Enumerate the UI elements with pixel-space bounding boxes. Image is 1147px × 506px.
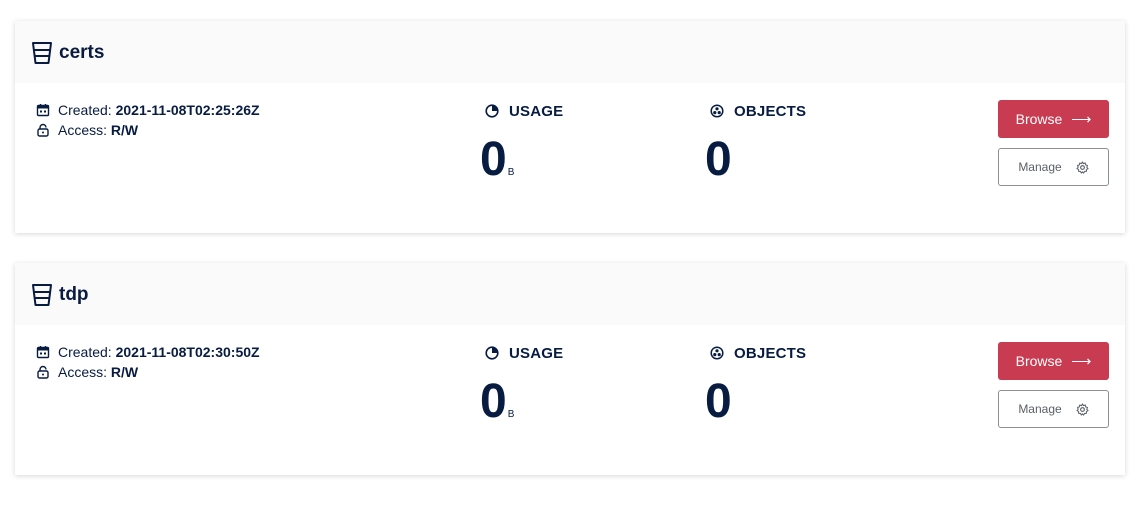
manage-button[interactable]: Manage (998, 390, 1109, 428)
bucket-icon (32, 284, 52, 306)
usage-number: 0 (480, 133, 507, 186)
access-label: Access: (58, 122, 108, 138)
browse-button[interactable]: Browse ⟶ (998, 100, 1109, 138)
created-value: 2021-11-08T02:30:50Z (115, 344, 260, 360)
bucket-card-header: certs (15, 21, 1125, 83)
bucket-card: tdp Created: 2021-11-08T02:30:50Z Access… (15, 263, 1125, 475)
created-value: 2021-11-08T02:25:26Z (115, 102, 260, 118)
browse-button-label: Browse (1015, 111, 1063, 127)
usage-unit: B (507, 167, 515, 178)
created-label: Created: (58, 102, 112, 118)
lock-icon (37, 123, 49, 137)
access-value: R/W (110, 122, 139, 138)
bucket-card-header: tdp (15, 263, 1125, 325)
manage-button-label: Manage (1018, 160, 1062, 174)
bucket-card: certs Created: 2021-11-08T02:25:26Z Acce… (15, 21, 1125, 233)
bucket-name[interactable]: certs (59, 41, 104, 65)
access-row: Access: R/W (36, 363, 138, 381)
usage-value: 0B (480, 374, 514, 443)
access-row: Access: R/W (36, 121, 138, 139)
objects-label-text: OBJECTS (734, 102, 807, 120)
objects-icon (710, 104, 724, 118)
lock-icon (37, 365, 49, 379)
gear-icon (1076, 160, 1089, 174)
usage-label: USAGE (485, 101, 563, 121)
manage-button[interactable]: Manage (998, 148, 1109, 186)
calendar-icon (36, 346, 50, 359)
arrow-right-icon: ⟶ (1071, 110, 1092, 127)
objects-label-text: OBJECTS (734, 344, 807, 362)
usage-label-text: USAGE (509, 344, 564, 362)
objects-label: OBJECTS (710, 101, 806, 121)
objects-label: OBJECTS (710, 343, 806, 363)
access-value: R/W (110, 364, 139, 380)
usage-number: 0 (480, 375, 507, 428)
access-label: Access: (58, 364, 108, 380)
calendar-icon (36, 104, 50, 117)
pie-chart-icon (485, 346, 499, 360)
pie-chart-icon (485, 104, 499, 118)
bucket-icon (32, 42, 52, 64)
created-row: Created: 2021-11-08T02:30:50Z (36, 343, 260, 361)
browse-button-label: Browse (1015, 353, 1063, 369)
usage-label-text: USAGE (509, 102, 564, 120)
manage-button-label: Manage (1018, 402, 1062, 416)
objects-value: 0 (705, 375, 732, 428)
bucket-name[interactable]: tdp (59, 283, 89, 307)
gear-icon (1076, 402, 1089, 416)
browse-button[interactable]: Browse ⟶ (998, 342, 1109, 380)
arrow-right-icon: ⟶ (1071, 352, 1092, 369)
objects-value: 0 (705, 133, 732, 186)
usage-label: USAGE (485, 343, 563, 363)
created-row: Created: 2021-11-08T02:25:26Z (36, 101, 260, 119)
usage-value: 0B (480, 132, 514, 201)
objects-icon (710, 346, 724, 360)
created-label: Created: (58, 344, 112, 360)
usage-unit: B (507, 409, 515, 420)
